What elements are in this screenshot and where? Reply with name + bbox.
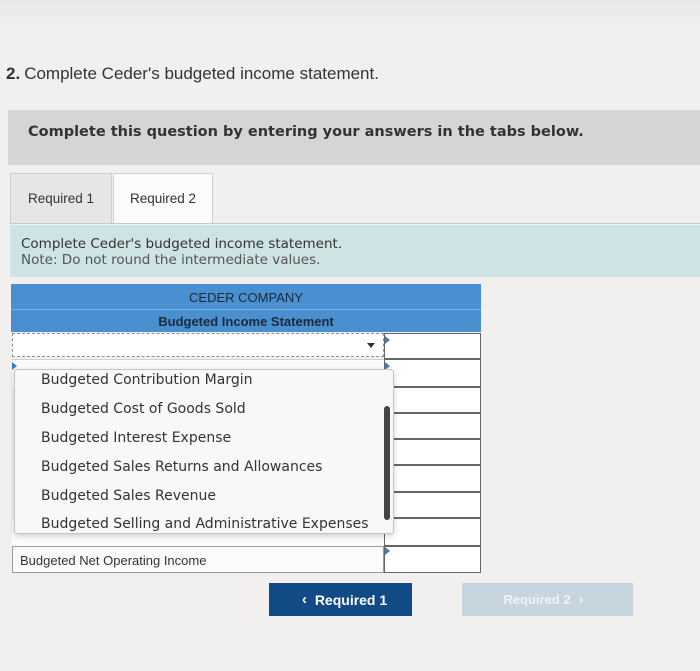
account-select[interactable]: [12, 333, 384, 357]
instructions-panel: Complete Ceder's budgeted income stateme…: [10, 225, 700, 277]
instructions-note: Note: Do not round the intermediate valu…: [21, 252, 321, 268]
triangle-marker-icon: [385, 336, 390, 344]
amount-input[interactable]: [384, 439, 481, 465]
question-text: Complete Ceder's budgeted income stateme…: [24, 64, 379, 83]
amount-input[interactable]: [384, 359, 481, 387]
net-operating-income-label: Budgeted Net Operating Income: [20, 553, 207, 568]
amount-input[interactable]: [384, 387, 481, 413]
question-heading: 2. Complete Ceder's budgeted income state…: [6, 64, 379, 84]
tab-label: Required 1: [27, 191, 95, 206]
net-operating-income-row: Budgeted Net Operating Income: [12, 546, 384, 573]
next-button[interactable]: Required 2 ›: [462, 583, 633, 616]
chevron-left-icon: ‹: [301, 591, 307, 608]
instruction-banner: Complete this question by entering your …: [8, 110, 700, 165]
dropdown-option[interactable]: Budgeted Sales Returns and Allowances: [41, 459, 322, 475]
chevron-right-icon: ›: [578, 591, 584, 608]
previous-button-label: Required 1: [314, 591, 388, 608]
tab-divider: [10, 223, 700, 224]
account-dropdown-list[interactable]: Budgeted Contribution Margin Budgeted Co…: [14, 369, 394, 534]
tab-required-2[interactable]: Required 2: [113, 173, 213, 223]
instructions-line-1: Complete Ceder's budgeted income stateme…: [21, 236, 343, 252]
amount-input[interactable]: [384, 546, 481, 573]
dropdown-option[interactable]: Budgeted Selling and Administrative Expe…: [41, 516, 369, 532]
company-name: CEDER COMPANY: [189, 290, 303, 305]
amount-input[interactable]: [384, 492, 481, 518]
amount-input[interactable]: [384, 333, 481, 359]
dropdown-option[interactable]: Budgeted Contribution Margin: [41, 372, 253, 388]
amount-input[interactable]: [384, 518, 481, 546]
tab-required-1[interactable]: Required 1: [10, 173, 112, 223]
next-button-label: Required 2: [503, 592, 571, 607]
banner-text: Complete this question by entering your …: [28, 124, 584, 140]
question-number: 2.: [6, 64, 21, 83]
amount-input[interactable]: [384, 465, 481, 492]
dropdown-scrollbar[interactable]: [384, 406, 390, 520]
dropdown-option[interactable]: Budgeted Interest Expense: [41, 430, 231, 446]
statement-title: Budgeted Income Statement: [158, 314, 334, 329]
amount-input[interactable]: [384, 413, 481, 439]
caret-down-icon[interactable]: [367, 343, 375, 348]
top-background: [0, 0, 700, 40]
triangle-marker-icon: [385, 547, 390, 555]
header-divider: [11, 309, 481, 310]
tab-label: Required 2: [129, 191, 197, 206]
previous-button[interactable]: ‹ Required 1: [269, 583, 412, 616]
dropdown-option[interactable]: Budgeted Sales Revenue: [41, 488, 216, 504]
dropdown-option[interactable]: Budgeted Cost of Goods Sold: [41, 401, 246, 417]
table-header: CEDER COMPANY Budgeted Income Statement: [11, 284, 481, 332]
